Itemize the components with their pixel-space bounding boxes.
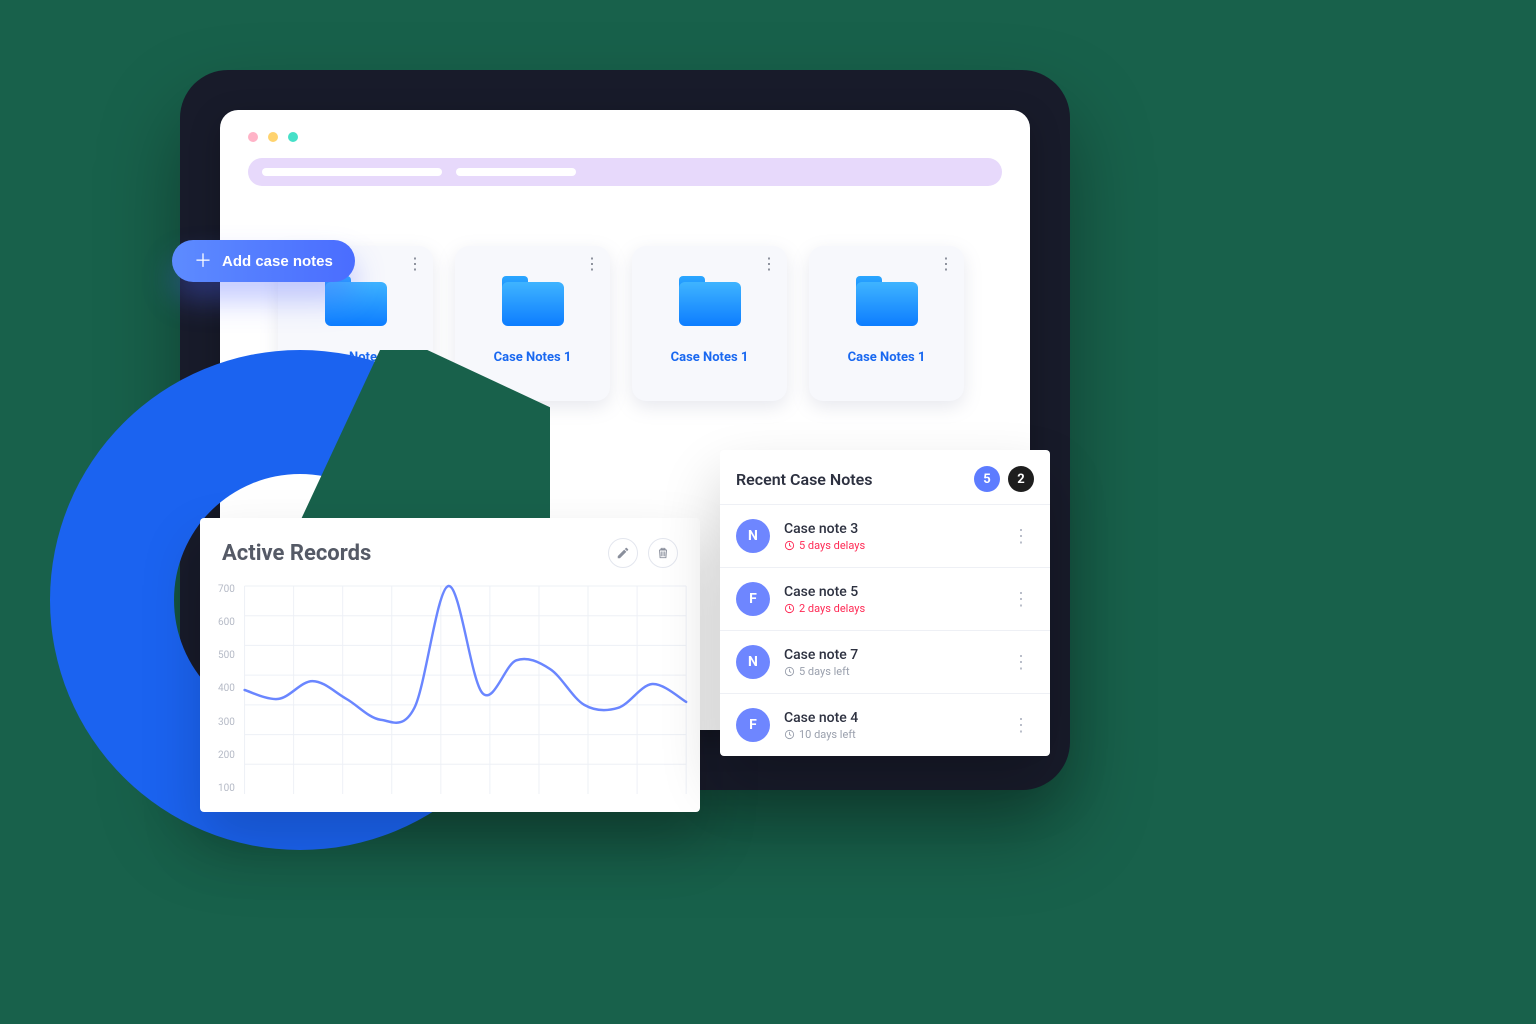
traffic-close[interactable] xyxy=(248,132,258,142)
y-tick-label: 400 xyxy=(218,683,235,694)
traffic-expand[interactable] xyxy=(288,132,298,142)
more-icon[interactable]: ⋮ xyxy=(761,256,777,272)
recent-item[interactable]: N Case note 7 5 days left ⋮ xyxy=(720,630,1050,693)
avatar: N xyxy=(736,519,770,553)
recent-secondary-badge: 2 xyxy=(1008,466,1034,492)
recent-item-status: 2 days delays xyxy=(784,602,994,615)
clock-icon xyxy=(784,603,795,614)
recent-item-title: Case note 3 xyxy=(784,521,994,537)
folder-label: Case Notes 1 xyxy=(825,350,948,365)
more-icon[interactable]: ⋮ xyxy=(1008,589,1034,610)
edit-button[interactable] xyxy=(608,538,638,568)
recent-count-badge: 5 xyxy=(974,466,1000,492)
more-icon[interactable]: ⋮ xyxy=(1008,715,1034,736)
address-segment xyxy=(456,168,576,176)
more-icon[interactable]: ⋮ xyxy=(1008,526,1034,547)
folder-icon xyxy=(679,276,741,326)
folder-label: Case Notes 1 xyxy=(648,350,771,365)
folder-card[interactable]: ⋮ Case Notes 1 xyxy=(632,246,787,401)
window-traffic-lights xyxy=(248,132,1002,142)
folder-card[interactable]: ⋮ Case Notes 1 xyxy=(809,246,964,401)
add-case-notes-button[interactable]: ＋ Add case notes xyxy=(172,240,355,282)
delete-button[interactable] xyxy=(648,538,678,568)
recent-case-notes-card: Recent Case Notes 5 2 N Case note 3 5 da… xyxy=(720,450,1050,756)
y-tick-label: 200 xyxy=(218,750,235,761)
avatar: N xyxy=(736,645,770,679)
recent-item-status: 5 days delays xyxy=(784,539,994,552)
clock-icon xyxy=(784,540,795,551)
folder-icon xyxy=(856,276,918,326)
active-records-chart: 700 600 500 400 300 200 100 xyxy=(210,580,690,800)
address-bar[interactable] xyxy=(248,158,1002,186)
y-tick-label: 300 xyxy=(218,717,235,728)
y-tick-label: 700 xyxy=(218,584,235,595)
pencil-icon xyxy=(616,546,630,560)
more-icon[interactable]: ⋮ xyxy=(407,256,423,272)
recent-item-status: 5 days left xyxy=(784,665,994,678)
y-tick-label: 600 xyxy=(218,617,235,628)
plus-icon: ＋ xyxy=(194,252,212,270)
recent-item-title: Case note 5 xyxy=(784,584,994,600)
recent-item[interactable]: F Case note 4 10 days left ⋮ xyxy=(720,693,1050,756)
recent-title: Recent Case Notes xyxy=(736,470,872,489)
recent-item[interactable]: F Case note 5 2 days delays ⋮ xyxy=(720,567,1050,630)
avatar: F xyxy=(736,582,770,616)
recent-item[interactable]: N Case note 3 5 days delays ⋮ xyxy=(720,504,1050,567)
recent-item-title: Case note 7 xyxy=(784,647,994,663)
y-tick-label: 100 xyxy=(218,783,235,794)
address-segment xyxy=(262,168,442,176)
clock-icon xyxy=(784,729,795,740)
recent-list: N Case note 3 5 days delays ⋮ F C xyxy=(720,504,1050,756)
folder-icon xyxy=(502,276,564,326)
recent-item-title: Case note 4 xyxy=(784,710,994,726)
traffic-minimize[interactable] xyxy=(268,132,278,142)
active-records-card: Active Records 700 600 500 400 300 200 100 xyxy=(200,518,700,812)
add-button-label: Add case notes xyxy=(222,253,333,270)
more-icon[interactable]: ⋮ xyxy=(1008,652,1034,673)
more-icon[interactable]: ⋮ xyxy=(584,256,600,272)
folder-icon xyxy=(325,276,387,326)
trash-icon xyxy=(656,546,670,560)
active-records-title: Active Records xyxy=(222,541,371,566)
y-tick-label: 500 xyxy=(218,650,235,661)
recent-item-status: 10 days left xyxy=(784,728,994,741)
avatar: F xyxy=(736,708,770,742)
clock-icon xyxy=(784,666,795,677)
more-icon[interactable]: ⋮ xyxy=(938,256,954,272)
